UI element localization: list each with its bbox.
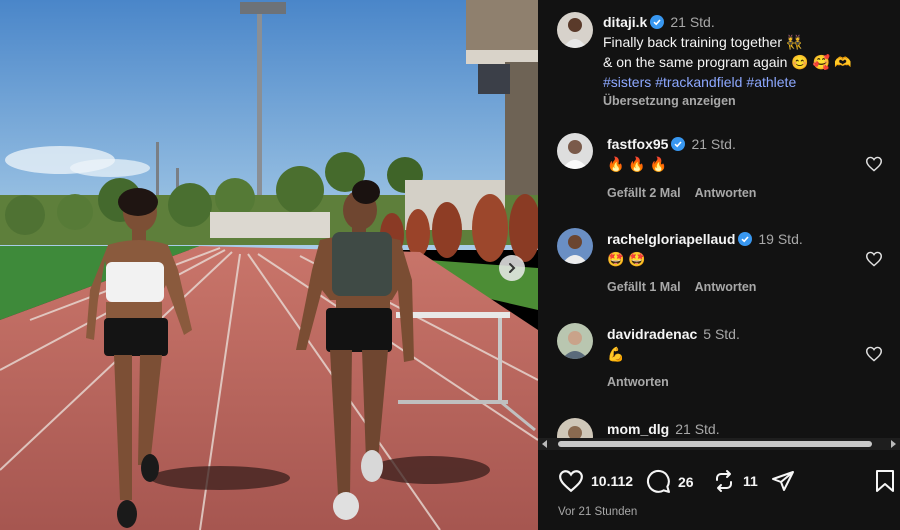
comment-header: mom_dlg 21 Std. [607, 419, 720, 438]
bookmark-icon [876, 470, 894, 492]
commenter-avatar[interactable] [557, 323, 593, 359]
reply-button[interactable]: Antworten [695, 186, 757, 200]
scrollbar-thumb[interactable] [558, 441, 872, 447]
post-timestamp: Vor 21 Stunden [558, 506, 638, 518]
post-photo[interactable] [0, 0, 538, 530]
commenter-avatar[interactable] [557, 133, 593, 169]
comment-time: 19 Std. [758, 231, 803, 247]
share-icon [772, 471, 794, 491]
heart-icon [559, 470, 583, 493]
commenter-avatar[interactable] [557, 418, 593, 438]
comment-count: 26 [678, 473, 694, 490]
like-count: 10.112 [591, 473, 634, 489]
reply-button[interactable]: Antworten [607, 375, 669, 389]
comment-time: 21 Std. [691, 136, 736, 152]
comment-actions: Gefällt 2 Mal Antworten [607, 185, 770, 201]
reply-button[interactable]: Antworten [695, 280, 757, 294]
heart-icon[interactable] [865, 156, 883, 172]
commenter-username[interactable]: davidradenac [607, 326, 697, 342]
comment-text: 💪 [607, 346, 629, 362]
commenter-username[interactable]: mom_dlg [607, 421, 669, 437]
comment-likes[interactable]: Gefällt 1 Mal [607, 280, 681, 294]
like-button[interactable]: 10.112 [558, 469, 633, 493]
comment-header: rachelgloriapellaud 19 Std. [607, 229, 803, 249]
comment-text: 🤩🤩 [607, 251, 650, 267]
repost-count: 11 [743, 473, 758, 489]
hashtags: #sisters #trackandfield #athlete [603, 72, 893, 92]
comments-list[interactable]: fastfox95 21 Std. 🔥🔥🔥 Gefällt 2 Mal Antwor… [538, 120, 900, 438]
translate-link[interactable]: Übersetzung anzeigen [603, 93, 893, 109]
post-caption: ditaji.k 21 Std. Finally back training to… [603, 12, 893, 109]
save-button[interactable] [875, 469, 895, 493]
comment-time: 21 Std. [675, 421, 720, 437]
comment-likes[interactable]: Gefällt 2 Mal [607, 186, 681, 200]
commenter-username[interactable]: rachelgloriapellaud [607, 231, 735, 247]
comment-text: 🔥🔥🔥 [607, 156, 672, 172]
hashtag-link[interactable]: #sisters [603, 74, 651, 90]
hashtag-link[interactable]: #athlete [746, 74, 796, 90]
action-bar: 10.112 26 11 Vor 21 Stunden [538, 452, 900, 530]
comment-header: fastfox95 21 Std. [607, 134, 736, 154]
hashtag-link[interactable]: #trackandfield [655, 74, 742, 90]
comment-time: 5 Std. [703, 326, 740, 342]
caption-line-2: & on the same program again 😊 🥰 🫶 [603, 54, 852, 70]
share-button[interactable] [771, 469, 795, 493]
comment-actions: Gefällt 1 Mal Antworten [607, 279, 770, 295]
verified-badge-icon [738, 232, 753, 246]
comment-header: davidradenac 5 Std. [607, 324, 740, 344]
next-image-button[interactable] [499, 255, 525, 281]
scroll-right-arrow[interactable] [891, 440, 896, 448]
commenter-avatar[interactable] [557, 228, 593, 264]
verified-badge-icon [671, 137, 686, 151]
heart-icon[interactable] [865, 251, 883, 267]
repost-button[interactable]: 11 [712, 469, 758, 493]
author-avatar[interactable] [557, 12, 593, 48]
heart-icon[interactable] [865, 346, 883, 362]
post-time: 21 Std. [670, 14, 715, 30]
comment-icon [646, 469, 670, 493]
comment-actions: Antworten [607, 374, 683, 390]
caption-line-1: Finally back training together 👯 [603, 34, 804, 50]
author-username[interactable]: ditaji.k [603, 14, 647, 30]
chevron-right-icon [509, 263, 516, 273]
horizontal-scrollbar[interactable] [538, 438, 900, 450]
commenter-username[interactable]: fastfox95 [607, 136, 668, 152]
post-sidebar: ditaji.k 21 Std. Finally back training to… [538, 0, 900, 530]
repost-icon [716, 470, 732, 492]
verified-badge-icon [650, 15, 665, 29]
comment-button[interactable]: 26 [646, 469, 694, 494]
scroll-left-arrow[interactable] [542, 440, 547, 448]
